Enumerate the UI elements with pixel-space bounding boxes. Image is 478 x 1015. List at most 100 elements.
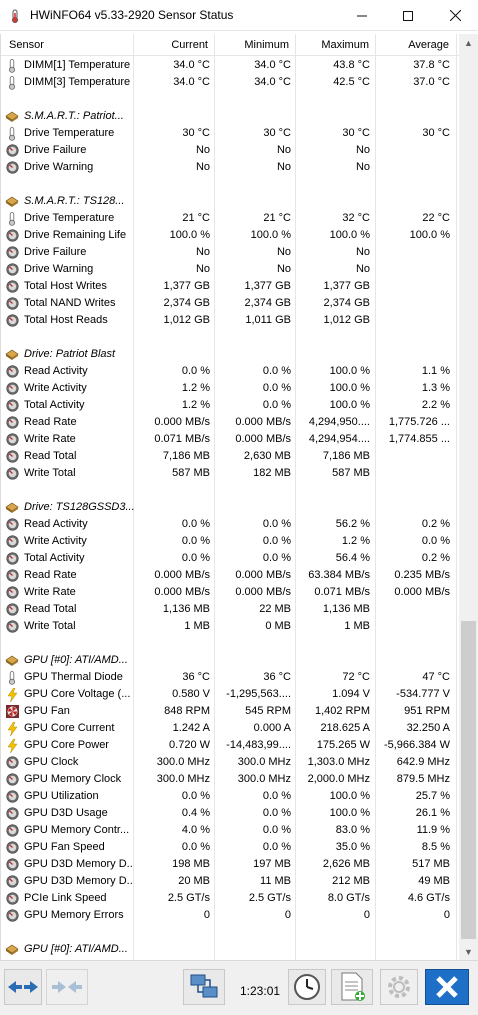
sensor-row[interactable]: DIMM[1] Temperature 34.0 °C 34.0 °C 43.8 °C… [1, 57, 459, 74]
gauge-icon [5, 518, 19, 532]
sensor-row[interactable]: Drive Temperature 30 °C 30 °C 30 °C 30 °C [1, 125, 459, 142]
vertical-scrollbar[interactable]: ▲ ▼ [459, 34, 478, 960]
minimum-value: 300.0 MHz [237, 756, 291, 768]
sensor-name-cell: Write Rate [5, 431, 133, 448]
sensor-group-header[interactable]: Drive: TS128GSSD3... [1, 499, 459, 516]
average-value: -534.777 V [396, 688, 450, 700]
sensor-row[interactable]: Total Activity 0.0 % 0.0 % 56.4 % 0.2 % [1, 550, 459, 567]
sensor-row[interactable]: Total Host Writes 1,377 GB 1,377 GB 1,377 G… [1, 278, 459, 295]
current-value: 100.0 % [169, 229, 210, 241]
column-header-minimum[interactable]: Minimum [215, 34, 295, 56]
sensor-row[interactable]: GPU Fan Speed 0.0 % 0.0 % 35.0 % 8.5 % [1, 839, 459, 856]
expand-collapse-button[interactable] [4, 969, 42, 1005]
sensor-row[interactable]: Drive Temperature 21 °C 21 °C 32 °C 22 °C [1, 210, 459, 227]
current-value: 198 MB [172, 858, 210, 870]
sensor-group-header[interactable]: S.M.A.R.T.: TS128... [1, 193, 459, 210]
sensor-row[interactable]: GPU Core Voltage (... 0.580 V -1,295,563..… [1, 686, 459, 703]
current-value: 0 [203, 909, 210, 921]
sensor-name: DIMM[1] Temperature [24, 59, 131, 71]
expand-collapse-disabled-button[interactable] [46, 969, 88, 1005]
column-header-maximum[interactable]: Maximum [297, 34, 375, 56]
logging-button[interactable] [331, 969, 373, 1005]
sensor-name-cell: Total NAND Writes [5, 295, 133, 312]
group-name: S.M.A.R.T.: TS128... [5, 193, 305, 210]
sensor-row[interactable]: Drive Warning No No No [1, 159, 459, 176]
gauge-icon [5, 909, 19, 923]
scroll-up-arrow-icon[interactable]: ▲ [459, 34, 478, 51]
sensor-row[interactable]: Read Activity 0.0 % 0.0 % 100.0 % 1.1 % [1, 363, 459, 380]
settings-button[interactable] [380, 969, 418, 1005]
network-button[interactable] [183, 969, 225, 1005]
column-header-current[interactable]: Current [134, 34, 214, 56]
gauge-icon [5, 841, 19, 855]
sensor-row[interactable]: GPU Core Current 1.242 A 0.000 A 218.625 A 3… [1, 720, 459, 737]
average-value [376, 465, 455, 482]
sensor-row[interactable]: Write Rate 0.071 MB/s 0.000 MB/s 4,294,954.… [1, 431, 459, 448]
sensor-row[interactable]: GPU Core Power 0.720 W -14,483,99.... 175.2… [1, 737, 459, 754]
sensor-row[interactable]: Read Rate 0.000 MB/s 0.000 MB/s 63.384 MB/s… [1, 567, 459, 584]
sensor-name: Drive Temperature [24, 212, 115, 224]
sensor-row[interactable]: PCIe Link Speed 2.5 GT/s 2.5 GT/s 8.0 GT/s 4… [1, 890, 459, 907]
sensor-group-header[interactable]: GPU [#0]: ATI/AMD... [1, 941, 459, 958]
sensor-row[interactable]: Read Activity 0.0 % 0.0 % 56.2 % 0.2 % [1, 516, 459, 533]
sensor-row[interactable]: Read Rate 0.000 MB/s 0.000 MB/s 4,294,950..… [1, 414, 459, 431]
minimum-value: 197 MB [253, 858, 291, 870]
column-header-average[interactable]: Average [376, 34, 455, 56]
sensor-name: GPU Fan Speed [24, 841, 105, 853]
sensor-row[interactable]: GPU Clock 300.0 MHz 300.0 MHz 1,303.0 MHz 64… [1, 754, 459, 771]
scroll-down-arrow-icon[interactable]: ▼ [459, 943, 478, 960]
sensor-row[interactable]: Write Total 587 MB 182 MB 587 MB [1, 465, 459, 482]
window-close-button[interactable] [432, 0, 478, 31]
sensor-row[interactable]: Drive Failure No No No [1, 244, 459, 261]
sensor-row[interactable]: Read Total 7,186 MB 2,630 MB 7,186 MB [1, 448, 459, 465]
sensor-row[interactable]: Write Activity 0.0 % 0.0 % 1.2 % 0.0 % [1, 533, 459, 550]
gauge-icon [5, 790, 19, 804]
reset-timer-button[interactable] [288, 969, 326, 1005]
sensor-group-header[interactable]: S.M.A.R.T.: Patriot... [1, 108, 459, 125]
group-label: Drive: TS128GSSD3... [24, 501, 135, 513]
sensor-row[interactable]: Total Activity 1.2 % 0.0 % 100.0 % 2.2 % [1, 397, 459, 414]
sensor-row[interactable]: GPU Fan 848 RPM 545 RPM 1,402 RPM 951 RPM [1, 703, 459, 720]
gauge-icon [5, 773, 19, 787]
sensor-row[interactable]: Drive Warning No No No [1, 261, 459, 278]
sensor-row[interactable]: GPU Utilization 0.0 % 0.0 % 100.0 % 25.7 % [1, 788, 459, 805]
sensor-row[interactable]: Drive Remaining Life 100.0 % 100.0 % 100.0 … [1, 227, 459, 244]
sensor-row[interactable]: Write Activity 1.2 % 0.0 % 100.0 % 1.3 % [1, 380, 459, 397]
sensor-row[interactable]: GPU D3D Memory D... 198 MB 197 MB 2,626 MB 5… [1, 856, 459, 873]
sensor-name: Read Rate [24, 569, 77, 581]
sensor-row[interactable]: GPU Thermal Diode 36 °C 36 °C 72 °C 47 °C [1, 669, 459, 686]
gauge-icon [5, 603, 19, 617]
sensor-row[interactable]: GPU D3D Memory D... 20 MB 11 MB 212 MB 49 MB [1, 873, 459, 890]
sensor-group-header[interactable]: Drive: Patriot Blast [1, 346, 459, 363]
maximum-value: 32 °C [342, 212, 370, 224]
title-bar[interactable]: HWiNFO64 v5.33-2920 Sensor Status [0, 0, 478, 31]
sensor-row[interactable]: DIMM[3] Temperature 34.0 °C 34.0 °C 42.5 °C… [1, 74, 459, 91]
blank-row [1, 924, 459, 941]
sensor-row[interactable]: GPU D3D Usage 0.4 % 0.0 % 100.0 % 26.1 % [1, 805, 459, 822]
sensor-row[interactable]: GPU Memory Contr... 4.0 % 0.0 % 83.0 % 11.9 … [1, 822, 459, 839]
gauge-icon [5, 450, 19, 464]
sensor-group-header[interactable]: GPU [#0]: ATI/AMD... [1, 652, 459, 669]
sensor-row[interactable]: Write Rate 0.000 MB/s 0.000 MB/s 0.071 MB/s… [1, 584, 459, 601]
minimum-value: 0.0 % [262, 382, 291, 394]
sensor-row[interactable]: Read Total 1,136 MB 22 MB 1,136 MB [1, 601, 459, 618]
close-sensors-button[interactable] [425, 969, 469, 1005]
minimum-value: 34.0 °C [254, 76, 291, 88]
sensor-row[interactable]: GPU Memory Clock 300.0 MHz 300.0 MHz 2,000.… [1, 771, 459, 788]
sensor-name-cell: GPU Memory Clock [5, 771, 133, 788]
blank-row [1, 635, 459, 652]
clock-icon [294, 974, 320, 1000]
sensor-row[interactable]: Total NAND Writes 2,374 GB 2,374 GB 2,374 G… [1, 295, 459, 312]
sensor-name-cell: Read Rate [5, 414, 133, 431]
scrollbar-thumb[interactable] [461, 621, 476, 939]
maximize-button[interactable] [385, 0, 431, 31]
column-header-sensor[interactable]: Sensor [9, 34, 137, 56]
sensor-name-cell: GPU D3D Memory D... [5, 856, 133, 873]
sensor-row[interactable]: GPU Memory Errors 0 0 0 0 [1, 907, 459, 924]
gauge-icon [5, 246, 19, 260]
sensor-row[interactable]: Total Host Reads 1,012 GB 1,011 GB 1,012 GB [1, 312, 459, 329]
sensor-row[interactable]: Write Total 1 MB 0 MB 1 MB [1, 618, 459, 635]
sensor-table[interactable]: Sensor Current Minimum Maximum Average D… [0, 34, 459, 960]
minimize-button[interactable] [339, 0, 385, 31]
sensor-row[interactable]: Drive Failure No No No [1, 142, 459, 159]
